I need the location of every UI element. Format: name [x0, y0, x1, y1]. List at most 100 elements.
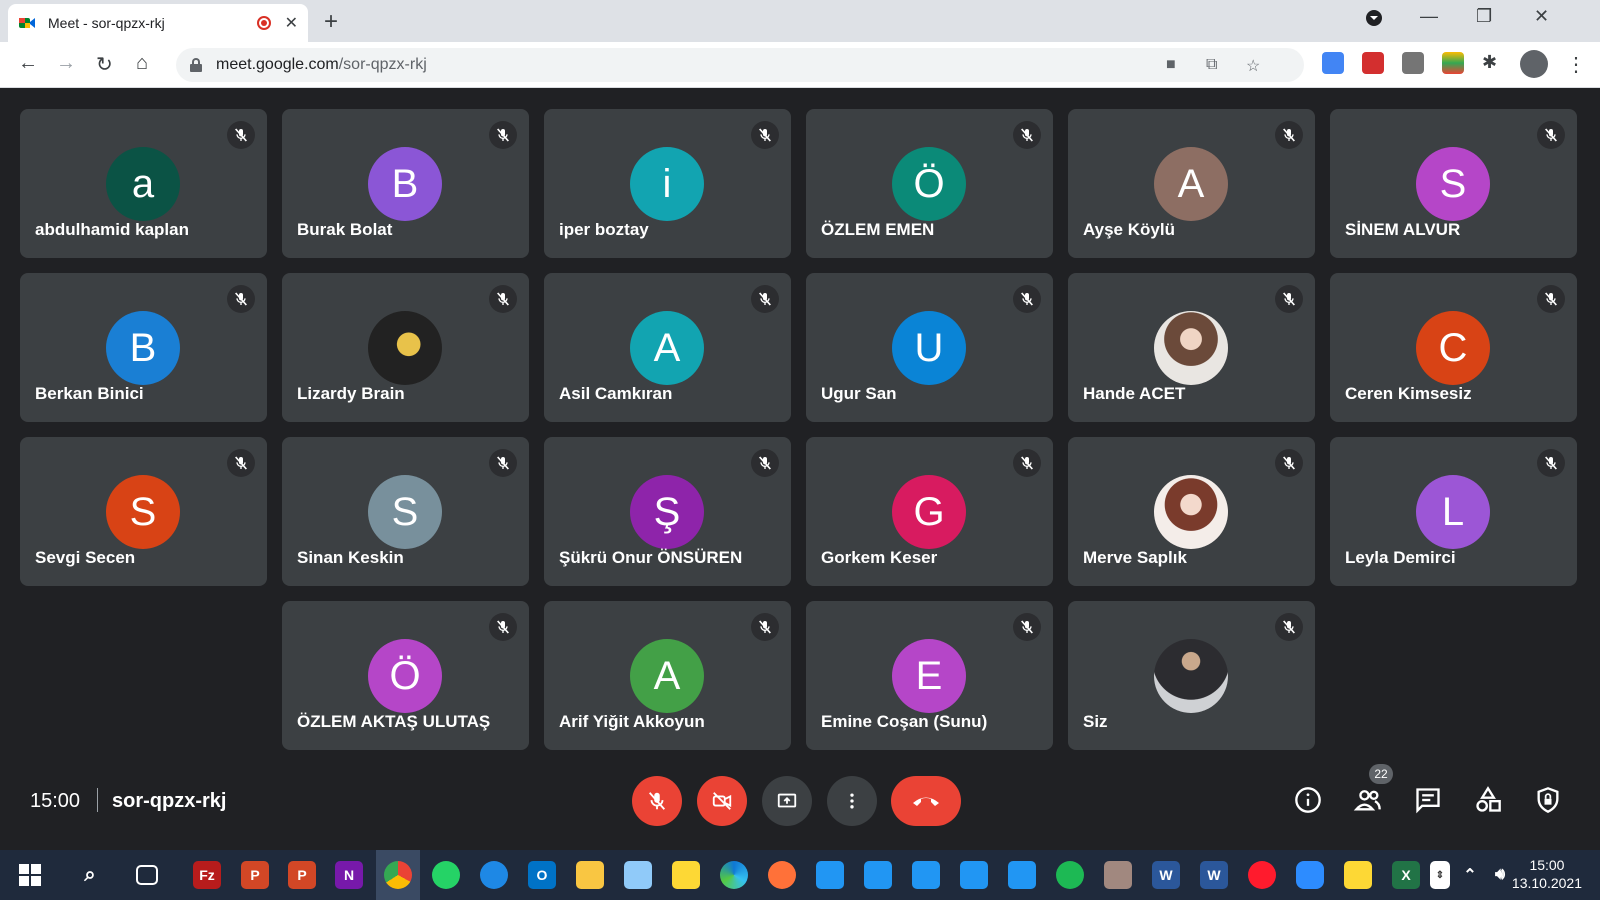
- hang-up-icon: [913, 797, 939, 806]
- search-icon[interactable]: ⌕: [76, 861, 104, 889]
- participant-tile[interactable]: A Asil Camkıran: [544, 273, 791, 422]
- powerpoint-icon[interactable]: P: [241, 861, 269, 889]
- close-window-icon[interactable]: ✕: [1534, 6, 1549, 27]
- filezilla-icon[interactable]: Fz: [193, 861, 221, 889]
- firefox-icon[interactable]: [768, 861, 796, 889]
- word-2-icon[interactable]: W: [1200, 861, 1228, 889]
- participant-tile[interactable]: S SİNEM ALVUR: [1330, 109, 1577, 258]
- camera-in-use-icon[interactable]: ■: [1166, 56, 1176, 74]
- participant-tile[interactable]: E Emine Coşan (Sunu): [806, 601, 1053, 750]
- translate-extension-icon[interactable]: [1322, 52, 1344, 74]
- participant-name: abdulhamid kaplan: [35, 220, 189, 239]
- participant-tile[interactable]: L Leyla Demirci: [1330, 437, 1577, 586]
- participant-tile[interactable]: Siz: [1068, 601, 1315, 750]
- browser-tab-meet[interactable]: Meet - sor-qpzx-rkj ✕: [8, 4, 308, 42]
- onedrive-icon[interactable]: [480, 861, 508, 889]
- participant-avatar: S: [1416, 147, 1490, 221]
- muted-mic-icon: [489, 449, 517, 477]
- photos-icon-5[interactable]: [1008, 861, 1036, 889]
- participant-tile[interactable]: Lizardy Brain: [282, 273, 529, 422]
- tab-search-icon[interactable]: [1364, 6, 1384, 31]
- screenshot-extension-icon[interactable]: [1402, 52, 1424, 74]
- close-tab-icon[interactable]: ✕: [285, 13, 298, 33]
- reload-icon[interactable]: ↻: [96, 52, 113, 77]
- participant-tile[interactable]: G Gorkem Keser: [806, 437, 1053, 586]
- sticky-notes-icon[interactable]: [672, 861, 700, 889]
- camera-toggle-button[interactable]: [697, 776, 747, 826]
- meet-favicon-icon: [18, 14, 36, 32]
- extensions-puzzle-icon[interactable]: ✱: [1482, 52, 1497, 73]
- muted-mic-icon: [1275, 285, 1303, 313]
- participant-tile[interactable]: Ö ÖZLEM EMEN: [806, 109, 1053, 258]
- photos-icon-4[interactable]: [960, 861, 988, 889]
- powerpoint-2-icon[interactable]: P: [288, 861, 316, 889]
- home-icon[interactable]: ⌂: [136, 52, 148, 75]
- snipping-tool-icon[interactable]: [624, 861, 652, 889]
- photos-icon-3[interactable]: [912, 861, 940, 889]
- windows-start-icon[interactable]: [16, 861, 44, 889]
- people-icon: [1353, 790, 1381, 811]
- activities-button[interactable]: [1472, 784, 1504, 816]
- participant-tile[interactable]: C Ceren Kimsesiz: [1330, 273, 1577, 422]
- chrome-icon[interactable]: [384, 861, 412, 889]
- onenote-icon[interactable]: N: [335, 861, 363, 889]
- color-extension-icon[interactable]: [1442, 52, 1464, 74]
- chat-button[interactable]: [1412, 784, 1444, 816]
- word-icon[interactable]: W: [1152, 861, 1180, 889]
- participant-name: Lizardy Brain: [297, 384, 405, 403]
- excel-icon[interactable]: X: [1392, 861, 1420, 889]
- acrobat-extension-icon[interactable]: [1362, 52, 1384, 74]
- bookmark-star-icon[interactable]: ☆: [1246, 56, 1260, 76]
- restore-icon[interactable]: ❐: [1476, 6, 1492, 27]
- zoom-icon[interactable]: [1296, 861, 1324, 889]
- green-app-icon[interactable]: [1056, 861, 1084, 889]
- volume-icon[interactable]: 🔊︎: [1486, 861, 1514, 889]
- more-options-button[interactable]: [827, 776, 877, 826]
- participant-tile[interactable]: A Ayşe Köylü: [1068, 109, 1315, 258]
- participant-count-badge: 22: [1369, 764, 1393, 784]
- participant-tile[interactable]: Merve Saplık: [1068, 437, 1315, 586]
- back-icon[interactable]: ←: [18, 52, 38, 75]
- people-button[interactable]: [1352, 784, 1384, 816]
- system-clock[interactable]: 15:00 13.10.2021: [1512, 856, 1582, 892]
- minimize-icon[interactable]: —: [1420, 6, 1438, 27]
- leave-call-button[interactable]: [891, 776, 961, 826]
- participant-name: Hande ACET: [1083, 384, 1186, 403]
- participant-avatar: A: [630, 311, 704, 385]
- edge-icon[interactable]: [720, 861, 748, 889]
- participant-tile[interactable]: S Sevgi Secen: [20, 437, 267, 586]
- participant-tile[interactable]: S Sinan Keskin: [282, 437, 529, 586]
- open-in-window-icon[interactable]: ⧉: [1206, 56, 1217, 74]
- participant-tile[interactable]: i iper boztay: [544, 109, 791, 258]
- participant-tile[interactable]: U Ugur San: [806, 273, 1053, 422]
- image-viewer-icon[interactable]: [1104, 861, 1132, 889]
- taskbar-scroll-icon[interactable]: ⇕: [1430, 861, 1450, 889]
- photos-icon-1[interactable]: [816, 861, 844, 889]
- present-screen-button[interactable]: [762, 776, 812, 826]
- clipboard-app-icon[interactable]: [576, 861, 604, 889]
- host-controls-button[interactable]: [1532, 784, 1564, 816]
- participant-tile[interactable]: A Arif Yiğit Akkoyun: [544, 601, 791, 750]
- participant-tile[interactable]: Ş Şükrü Onur ÖNSÜREN: [544, 437, 791, 586]
- whatsapp-icon[interactable]: [432, 861, 460, 889]
- new-tab-button[interactable]: +: [324, 8, 338, 36]
- participant-tile[interactable]: B Berkan Binici: [20, 273, 267, 422]
- task-view-icon[interactable]: [136, 865, 158, 885]
- file-explorer-icon[interactable]: [1344, 861, 1372, 889]
- browser-menu-icon[interactable]: ⋮: [1566, 52, 1586, 77]
- participant-name: Arif Yiğit Akkoyun: [559, 712, 705, 731]
- photos-icon-2[interactable]: [864, 861, 892, 889]
- profile-avatar[interactable]: [1520, 50, 1548, 78]
- participant-name: Ayşe Köylü: [1083, 220, 1175, 239]
- outlook-icon[interactable]: O: [528, 861, 556, 889]
- participant-tile[interactable]: Ö ÖZLEM AKTAŞ ULUTAŞ: [282, 601, 529, 750]
- address-bar[interactable]: meet.google.com/sor-qpzx-rkj ■ ⧉ ☆: [176, 48, 1304, 82]
- tray-overflow-icon[interactable]: ⌃: [1456, 861, 1484, 889]
- meeting-details-button[interactable]: [1292, 784, 1324, 816]
- opera-icon[interactable]: [1248, 861, 1276, 889]
- participant-tile[interactable]: B Burak Bolat: [282, 109, 529, 258]
- forward-icon[interactable]: →: [56, 52, 76, 75]
- participant-tile[interactable]: Hande ACET: [1068, 273, 1315, 422]
- mic-toggle-button[interactable]: [632, 776, 682, 826]
- participant-tile[interactable]: a abdulhamid kaplan: [20, 109, 267, 258]
